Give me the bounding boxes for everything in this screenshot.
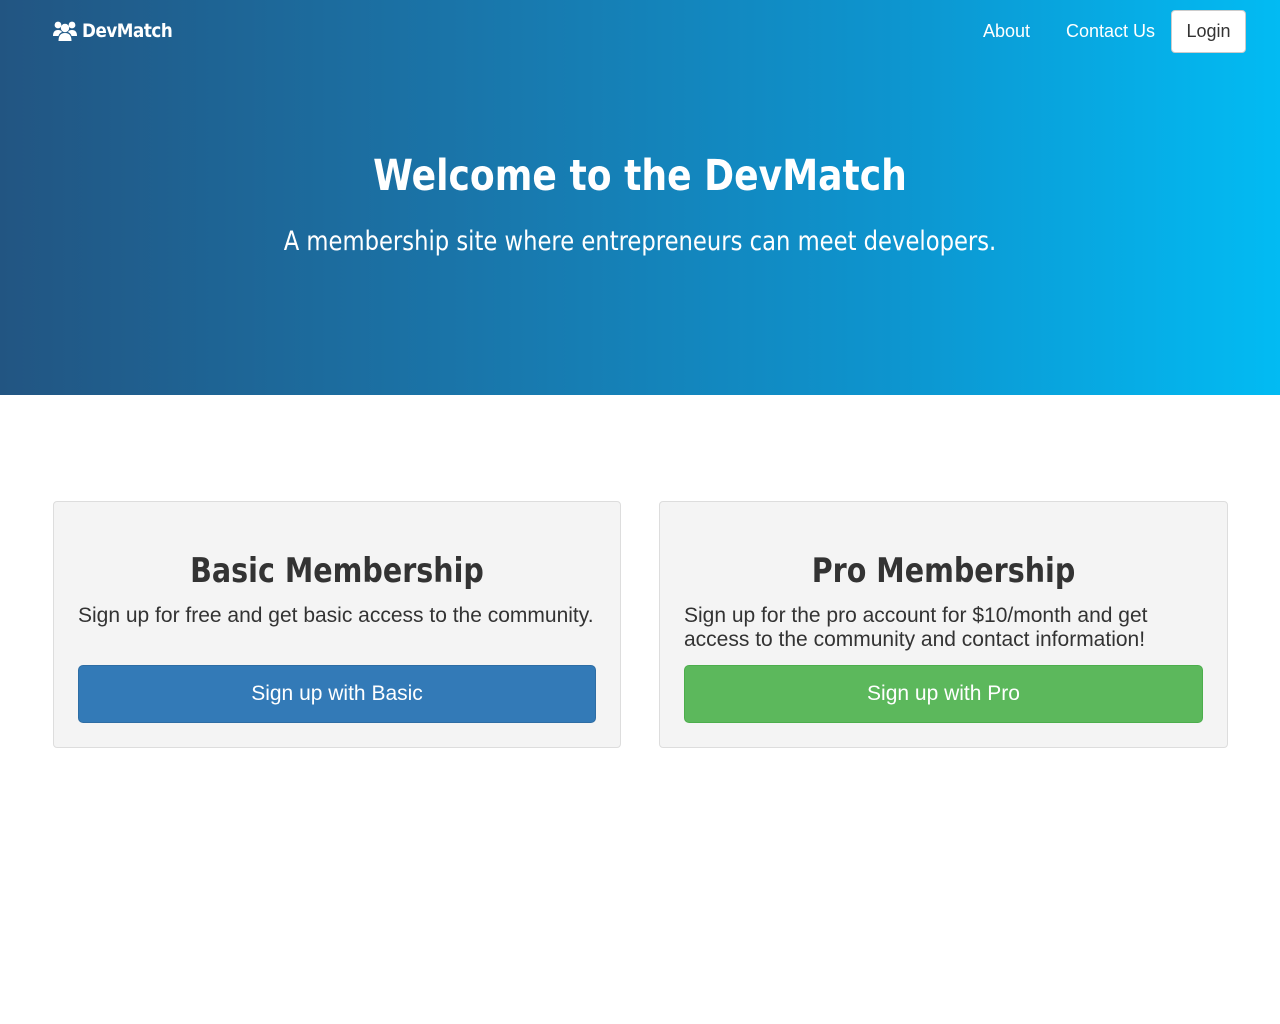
nav-link-contact-us[interactable]: Contact Us <box>1066 20 1155 42</box>
pro-membership-description: Sign up for the pro account for $10/mont… <box>684 604 1148 651</box>
pro-membership-card: Pro Membership Sign up for the pro accou… <box>659 501 1228 748</box>
brand-name: DevMatch <box>82 20 173 42</box>
brand-link[interactable]: DevMatch <box>52 17 185 45</box>
sign-up-basic-button[interactable]: Sign up with Basic <box>78 665 596 723</box>
hero-subtitle: A membership site where entrepreneurs ca… <box>283 226 997 257</box>
basic-membership-title: Basic Membership <box>190 551 484 591</box>
hero-banner: DevMatch About Contact Us Login Welcome … <box>0 0 1280 395</box>
sign-up-pro-button[interactable]: Sign up with Pro <box>684 665 1203 723</box>
basic-membership-card: Basic Membership Sign up for free and ge… <box>53 501 621 748</box>
hero-title: Welcome to the DevMatch <box>373 151 907 201</box>
basic-membership-description: Sign up for free and get basic access to… <box>78 604 594 627</box>
navbar: DevMatch About Contact Us Login <box>0 0 1280 62</box>
pro-membership-title: Pro Membership <box>811 551 1076 591</box>
users-icon <box>52 19 78 43</box>
nav-link-about[interactable]: About <box>983 20 1030 42</box>
login-button[interactable]: Login <box>1171 10 1246 53</box>
